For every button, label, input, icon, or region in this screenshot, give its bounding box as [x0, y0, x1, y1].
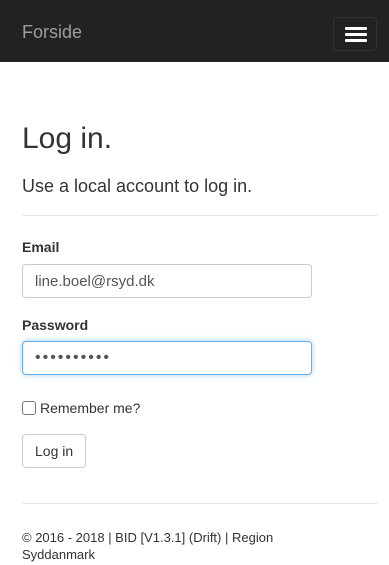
login-button[interactable]: Log in: [22, 434, 87, 468]
hamburger-menu-button[interactable]: [333, 17, 377, 51]
brand-link[interactable]: Forside: [22, 22, 82, 42]
hamburger-menu-icon-bar: [345, 33, 367, 36]
footer-text: © 2016 - 2018 | BID [V1.3.1] (Drift) | R…: [22, 530, 274, 562]
password-field[interactable]: [22, 341, 312, 375]
navbar: Forside: [0, 0, 389, 62]
remember-me-checkbox[interactable]: [22, 401, 36, 415]
footer-divider: [22, 503, 378, 504]
password-label: Password: [22, 317, 89, 333]
email-field[interactable]: [22, 264, 312, 298]
email-label: Email: [22, 239, 60, 255]
page-subtitle: Use a local account to log in.: [22, 176, 253, 196]
divider: [22, 215, 378, 216]
remember-me-label[interactable]: Remember me?: [40, 400, 140, 416]
hamburger-menu-icon-bar: [345, 39, 367, 42]
page-title: Log in.: [22, 122, 113, 155]
hamburger-menu-icon: [345, 27, 367, 30]
remember-me-row[interactable]: Remember me?: [22, 399, 140, 417]
